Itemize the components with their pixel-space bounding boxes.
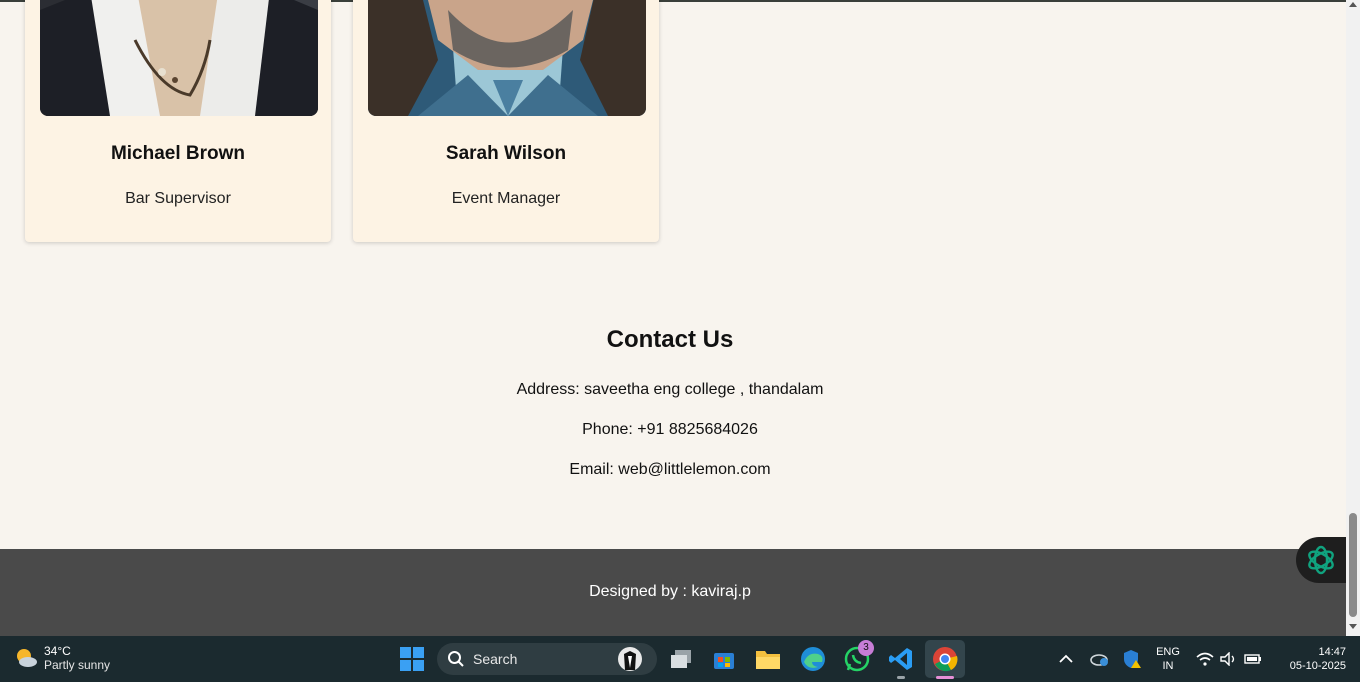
edge-icon <box>801 647 825 671</box>
wifi-icon <box>1196 652 1214 666</box>
battery-icon <box>1244 654 1261 664</box>
team-photo-michael-brown <box>40 0 318 116</box>
show-hidden-icons-button[interactable] <box>1052 643 1080 675</box>
shield-warning-icon <box>1124 650 1141 668</box>
file-explorer-button[interactable] <box>752 643 784 675</box>
team-member-role: Event Manager <box>451 190 561 207</box>
whatsapp-notification-badge: 3 <box>858 640 874 656</box>
vscode-running-indicator <box>897 676 905 679</box>
whatsapp-button[interactable]: 3 <box>841 640 874 675</box>
volume-icon <box>1220 652 1235 666</box>
weather-temperature: 34°C <box>44 644 71 658</box>
chatgpt-icon <box>1308 545 1334 575</box>
search-icon <box>448 651 464 667</box>
folder-icon <box>756 651 780 669</box>
search-highlight-icon <box>618 647 642 671</box>
team-member-name: Michael Brown <box>110 143 246 164</box>
onedrive-tray-button[interactable] <box>1085 643 1113 675</box>
windows-logo-icon <box>400 647 424 671</box>
team-card-michael-brown: Michael Brown Bar Supervisor <box>25 0 331 242</box>
chevron-up-icon <box>1059 654 1073 663</box>
scrollbar-thumb[interactable] <box>1349 513 1357 617</box>
team-member-name: Sarah Wilson <box>445 143 567 164</box>
microsoft-store-button[interactable] <box>708 643 740 675</box>
taskbar-search-box[interactable]: Search <box>437 643 657 675</box>
language-indicator[interactable]: ENG IN <box>1152 645 1184 673</box>
vscode-icon <box>889 648 912 670</box>
chrome-button[interactable] <box>925 640 965 678</box>
contact-address: Address: saveetha eng college , thandala… <box>516 381 824 398</box>
windows-taskbar: 34°C Partly sunny Search 3 ENG IN 14:47 … <box>0 636 1360 682</box>
vscode-button[interactable] <box>885 643 917 675</box>
language-code: ENG <box>1156 646 1180 658</box>
web-page: Michael Brown Bar Supervisor Sarah Wilso… <box>0 0 1346 636</box>
vertical-scrollbar[interactable] <box>1346 0 1360 636</box>
footer-credit: Designed by : kaviraj.p <box>589 583 751 600</box>
task-view-icon <box>671 650 691 668</box>
clock-date: 05-10-2025 <box>1289 660 1346 672</box>
weather-widget[interactable]: 34°C Partly sunny <box>14 644 110 672</box>
clock-time: 14:47 <box>1318 646 1346 658</box>
contact-heading: Contact Us <box>606 326 734 353</box>
scroll-down-arrow-icon[interactable] <box>1349 624 1357 629</box>
page-footer: Designed by : kaviraj.p <box>0 549 1346 636</box>
security-tray-button[interactable] <box>1118 643 1146 675</box>
partly-sunny-icon <box>17 649 37 667</box>
clock[interactable]: 14:47 05-10-2025 <box>1276 645 1346 673</box>
edge-browser-button[interactable] <box>797 643 829 675</box>
region-code: IN <box>1162 660 1174 672</box>
contact-email: Email: web@littlelemon.com <box>569 461 771 478</box>
scroll-up-arrow-icon[interactable] <box>1349 2 1357 7</box>
start-button[interactable] <box>396 643 428 675</box>
cloud-icon <box>1090 654 1108 666</box>
team-photo-sarah-wilson <box>368 0 646 116</box>
microsoft-store-icon <box>714 653 734 669</box>
team-member-role: Bar Supervisor <box>125 190 231 207</box>
weather-condition: Partly sunny <box>44 658 111 672</box>
chrome-active-indicator <box>936 676 954 679</box>
team-card-sarah-wilson: Sarah Wilson Event Manager <box>353 0 659 242</box>
chrome-icon <box>933 647 958 672</box>
contact-phone: Phone: +91 8825684026 <box>582 421 758 438</box>
task-view-button[interactable] <box>665 643 697 675</box>
network-sound-battery-button[interactable] <box>1194 643 1264 675</box>
search-placeholder: Search <box>473 651 518 667</box>
